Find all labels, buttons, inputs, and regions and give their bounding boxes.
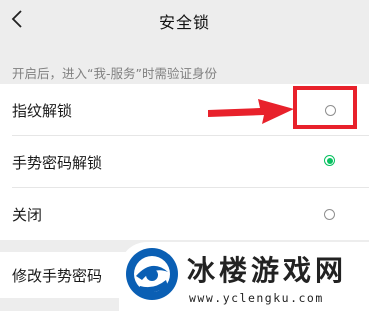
option-gesture-unlock[interactable]: 手势密码解锁 xyxy=(0,136,369,188)
radio-dot xyxy=(326,157,333,164)
navigation-bar: 安全锁 xyxy=(0,0,369,42)
page-title: 安全锁 xyxy=(158,13,210,32)
option-off[interactable]: 关闭 xyxy=(0,188,369,240)
annotation-arrow-icon xyxy=(208,99,294,124)
hint-text: 开启后，进入“我-服务”时需验证身份 xyxy=(12,66,217,81)
option-label: 手势密码解锁 xyxy=(12,154,103,172)
radio-checked-icon[interactable] xyxy=(324,155,335,166)
change-gesture-password-label: 修改手势密码 xyxy=(12,267,103,285)
option-label: 关闭 xyxy=(12,206,43,224)
radio-unchecked-icon[interactable] xyxy=(325,105,336,116)
change-gesture-password-row[interactable]: 修改手势密码 xyxy=(0,252,369,298)
option-fingerprint-unlock[interactable]: 指纹解锁 xyxy=(0,84,369,136)
radio-unchecked-icon[interactable] xyxy=(324,209,335,220)
option-label: 指纹解锁 xyxy=(12,102,73,120)
lock-options-list: 指纹解锁 手势密码解锁 关闭 xyxy=(0,84,369,240)
